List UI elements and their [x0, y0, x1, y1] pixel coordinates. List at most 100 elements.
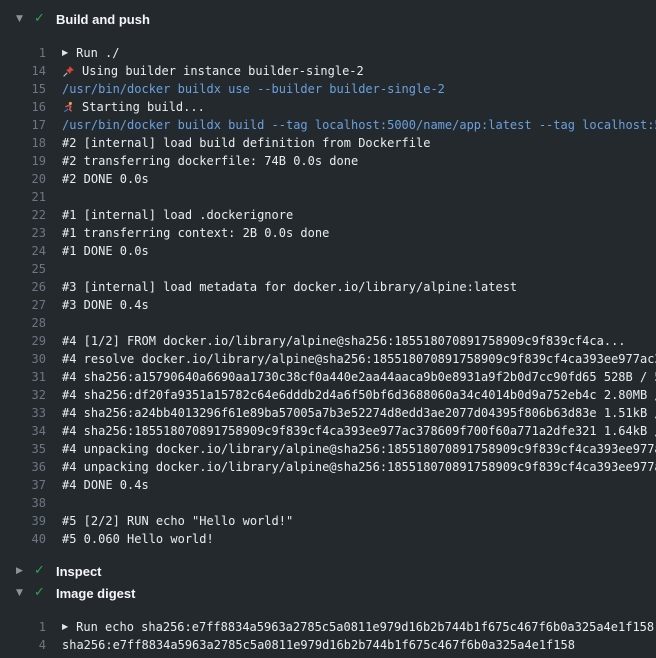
- line-text: #2 transferring dockerfile: 74B 0.0s don…: [62, 152, 358, 170]
- section-title: Image digest: [56, 586, 135, 601]
- log-line: 21: [0, 188, 656, 206]
- line-number[interactable]: 30: [0, 350, 46, 368]
- line-content: #3 [internal] load metadata for docker.i…: [62, 278, 517, 296]
- line-content: #2 [internal] load build definition from…: [62, 134, 430, 152]
- line-content: #2 DONE 0.0s: [62, 170, 149, 188]
- workflow-log-viewer: ▼ ✓ Build and push 1 ▶ Run ./ 14 Using bu…: [0, 8, 656, 654]
- line-number[interactable]: 40: [0, 530, 46, 548]
- section-header-inspect[interactable]: ▶ ✓ Inspect: [0, 560, 656, 582]
- line-content: #2 transferring dockerfile: 74B 0.0s don…: [62, 152, 358, 170]
- line-content: #5 0.060 Hello world!: [62, 530, 214, 548]
- section-lines: 1 ▶ Run ./ 14 Using builder instance buil…: [0, 44, 656, 548]
- line-number[interactable]: 23: [0, 224, 46, 242]
- log-line: 34 #4 sha256:185518070891758909c9f839cf4…: [0, 422, 656, 440]
- line-number[interactable]: 17: [0, 116, 46, 134]
- line-text: #2 [internal] load build definition from…: [62, 134, 430, 152]
- line-number[interactable]: 37: [0, 476, 46, 494]
- log-line: 1 ▶ Run ./: [0, 44, 656, 62]
- line-content: ▶Run echo sha256:e7ff8834a5963a2785c5a08…: [62, 618, 654, 636]
- line-text: Starting build...: [82, 98, 205, 116]
- line-content: #4 sha256:a15790640a6690aa1730c38cf0a440…: [62, 368, 656, 386]
- run-expand-icon[interactable]: ▶: [62, 618, 68, 636]
- line-text: /usr/bin/docker buildx use --builder bui…: [62, 80, 445, 98]
- section-title: Inspect: [56, 564, 102, 579]
- line-number[interactable]: 36: [0, 458, 46, 476]
- line-content: #4 DONE 0.4s: [62, 476, 149, 494]
- line-text: sha256:e7ff8834a5963a2785c5a0811e979d16b…: [62, 636, 575, 654]
- log-line: 16 Starting build...: [0, 98, 656, 116]
- line-text: #4 sha256:df20fa9351a15782c64e6dddb2d4a6…: [62, 386, 656, 404]
- line-number[interactable]: 25: [0, 260, 46, 278]
- line-text: #3 DONE 0.4s: [62, 296, 149, 314]
- line-number[interactable]: 39: [0, 512, 46, 530]
- line-number[interactable]: 34: [0, 422, 46, 440]
- log-line: 14 Using builder instance builder-single…: [0, 62, 656, 80]
- success-check-icon: ✓: [34, 560, 56, 582]
- line-text: #1 [internal] load .dockerignore: [62, 206, 293, 224]
- line-number[interactable]: 1: [0, 618, 46, 636]
- log-section-image-digest: ▼ ✓ Image digest 1 ▶Run echo sha256:e7ff…: [0, 582, 656, 654]
- line-content: #4 [1/2] FROM docker.io/library/alpine@s…: [62, 332, 626, 350]
- line-text: #3 [internal] load metadata for docker.i…: [62, 278, 517, 296]
- success-check-icon: ✓: [34, 582, 56, 604]
- line-number[interactable]: 28: [0, 314, 46, 332]
- line-number[interactable]: 21: [0, 188, 46, 206]
- line-content: #4 unpacking docker.io/library/alpine@sh…: [62, 440, 656, 458]
- line-number[interactable]: 27: [0, 296, 46, 314]
- log-line: 37 #4 DONE 0.4s: [0, 476, 656, 494]
- log-line: 33 #4 sha256:a24bb4013296f61e89ba57005a7…: [0, 404, 656, 422]
- line-text: Run ./: [76, 44, 119, 62]
- line-number[interactable]: 32: [0, 386, 46, 404]
- line-number[interactable]: 26: [0, 278, 46, 296]
- line-number[interactable]: 19: [0, 152, 46, 170]
- line-number[interactable]: 22: [0, 206, 46, 224]
- section-header-image-digest[interactable]: ▼ ✓ Image digest: [0, 582, 656, 604]
- section-title: Build and push: [56, 12, 150, 27]
- line-number[interactable]: 15: [0, 80, 46, 98]
- log-line: 39 #5 [2/2] RUN echo "Hello world!": [0, 512, 656, 530]
- log-line: 23 #1 transferring context: 2B 0.0s done: [0, 224, 656, 242]
- line-content: #4 resolve docker.io/library/alpine@sha2…: [62, 350, 656, 368]
- line-number[interactable]: 29: [0, 332, 46, 350]
- log-line: 29 #4 [1/2] FROM docker.io/library/alpin…: [0, 332, 656, 350]
- line-number[interactable]: 4: [0, 636, 46, 654]
- line-content: #1 [internal] load .dockerignore: [62, 206, 293, 224]
- chevron-right-icon[interactable]: ▶: [16, 560, 34, 582]
- line-number[interactable]: 35: [0, 440, 46, 458]
- log-line: 15 /usr/bin/docker buildx use --builder …: [0, 80, 656, 98]
- line-number[interactable]: 1: [0, 44, 46, 62]
- log-line: 40 #5 0.060 Hello world!: [0, 530, 656, 548]
- line-content: /usr/bin/docker buildx build --tag local…: [62, 116, 656, 134]
- line-number[interactable]: 14: [0, 62, 46, 80]
- line-content: Starting build...: [62, 98, 205, 116]
- section-header-build-and-push[interactable]: ▼ ✓ Build and push: [0, 8, 656, 30]
- chevron-down-icon[interactable]: ▼: [16, 582, 34, 604]
- chevron-down-icon[interactable]: ▼: [16, 8, 34, 30]
- log-line: 32 #4 sha256:df20fa9351a15782c64e6dddb2d…: [0, 386, 656, 404]
- log-line: 18 #2 [internal] load build definition f…: [0, 134, 656, 152]
- log-line: 27 #3 DONE 0.4s: [0, 296, 656, 314]
- line-content: sha256:e7ff8834a5963a2785c5a0811e979d16b…: [62, 636, 575, 654]
- line-number[interactable]: 18: [0, 134, 46, 152]
- log-line: 26 #3 [internal] load metadata for docke…: [0, 278, 656, 296]
- log-line: 30 #4 resolve docker.io/library/alpine@s…: [0, 350, 656, 368]
- line-content: #4 sha256:a24bb4013296f61e89ba57005a7b3e…: [62, 404, 656, 422]
- log-line: 25: [0, 260, 656, 278]
- log-line: 35 #4 unpacking docker.io/library/alpine…: [0, 440, 656, 458]
- line-text: #4 sha256:185518070891758909c9f839cf4ca3…: [62, 422, 656, 440]
- log-line: 22 #1 [internal] load .dockerignore: [0, 206, 656, 224]
- line-text: #1 transferring context: 2B 0.0s done: [62, 224, 329, 242]
- line-number[interactable]: 31: [0, 368, 46, 386]
- log-line: 4 sha256:e7ff8834a5963a2785c5a0811e979d1…: [0, 636, 656, 654]
- line-number[interactable]: 16: [0, 98, 46, 116]
- line-number[interactable]: 33: [0, 404, 46, 422]
- section-lines: 1 ▶Run echo sha256:e7ff8834a5963a2785c5a…: [0, 618, 656, 654]
- line-number[interactable]: 20: [0, 170, 46, 188]
- run-expand-icon[interactable]: ▶: [62, 44, 68, 62]
- line-content: #3 DONE 0.4s: [62, 296, 149, 314]
- log-line: 36 #4 unpacking docker.io/library/alpine…: [0, 458, 656, 476]
- log-section-build-and-push: ▼ ✓ Build and push 1 ▶ Run ./ 14 Using bu…: [0, 8, 656, 548]
- line-content: ▶ Run ./: [62, 44, 120, 62]
- line-number[interactable]: 38: [0, 494, 46, 512]
- line-number[interactable]: 24: [0, 242, 46, 260]
